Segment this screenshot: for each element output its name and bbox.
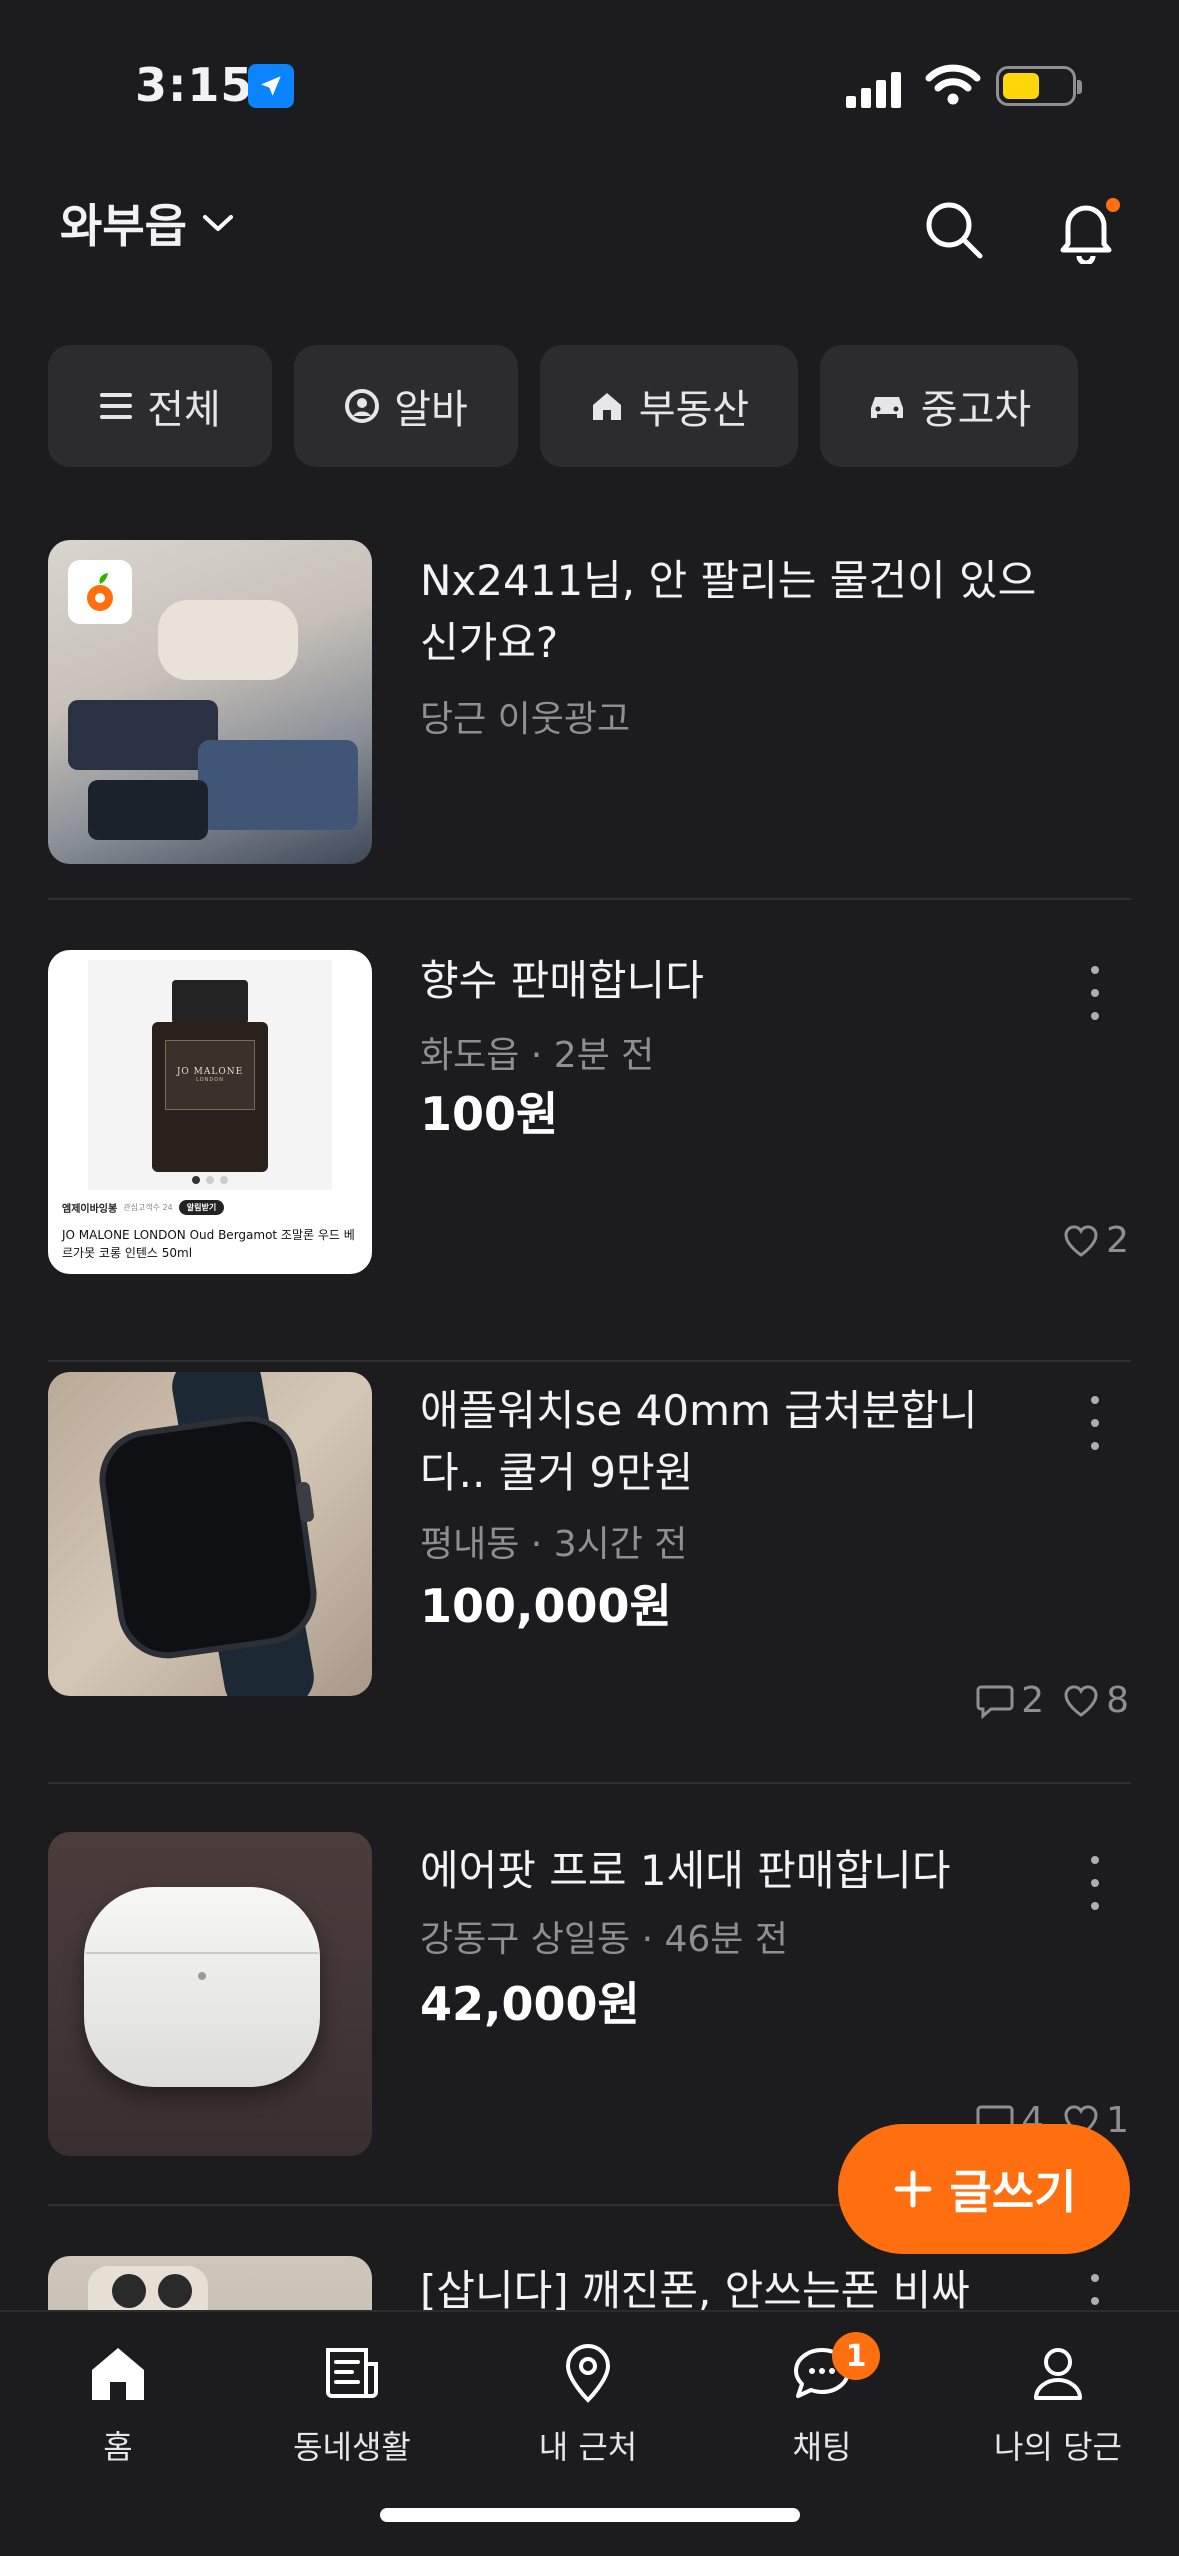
like-count: 1 [1106,2100,1129,2141]
tab-community[interactable]: 동네생활 [252,2342,452,2468]
like-count: 8 [1106,1680,1129,1721]
tab-label: 내 근처 [538,2428,638,2466]
listing-feed[interactable]: Nx2411님, 안 팔리는 물건이 있으신가요? 당근 이웃광고 JO MAL… [0,500,1179,2310]
more-options-button[interactable] [1080,2266,1110,2310]
tab-nearby[interactable]: 내 근처 [488,2342,688,2468]
list-item-ad[interactable]: Nx2411님, 안 팔리는 물건이 있으신가요? 당근 이웃광고 [0,520,1179,880]
engagement-counts: 2 [1062,1220,1129,1261]
chevron-down-icon [202,215,233,231]
chip-job[interactable]: 알바 [294,345,518,467]
chip-label: 알바 [394,387,468,433]
cellular-signal-icon [846,66,902,108]
chip-label: 부동산 [638,387,750,433]
engagement-counts: 2 8 [975,1680,1129,1721]
chip-realestate[interactable]: 부동산 [540,345,798,467]
tab-label: 동네생활 [293,2428,411,2466]
follow-tag: 알림받기 [178,1200,225,1215]
location-selector[interactable]: 와부읍 [60,190,235,256]
newspaper-icon [326,2348,378,2398]
tab-chat[interactable]: 1 채팅 [722,2332,922,2468]
listing-title: Nx2411님, 안 팔리는 물건이 있으신가요? [420,556,1037,667]
listing-thumbnail: JO MALONE LONDON 엠제이바잉봉 관심고객수 24 알림받기 JO… [48,950,372,1274]
listing-meta: 화도읍 · 2분 전 [420,1035,655,1076]
search-icon [926,202,983,259]
more-options-button[interactable] [1080,958,1110,1028]
tab-label: 홈 [103,2428,133,2466]
listing-price: 100원 [420,1087,559,1141]
more-options-button[interactable] [1080,1848,1110,1918]
listing-thumbnail [48,2256,372,2310]
listing-thumbnail [48,540,372,864]
chat-unread-badge: 1 [832,2332,880,2380]
search-button[interactable] [914,190,994,270]
house-icon [592,393,621,420]
chip-label: 전체 [147,387,221,433]
chip-all[interactable]: 전체 [48,345,272,467]
location-pin-icon [565,2344,611,2403]
chip-label: 중고차 [920,387,1032,433]
listing-title: [삽니다] 깨진폰, 안쓰는폰 비싸 [420,2266,970,2310]
heart-icon [1064,1224,1098,1257]
home-indicator[interactable] [380,2508,800,2522]
carrot-logo-icon [68,560,132,624]
tab-label: 나의 당근 [994,2428,1122,2466]
listing-title: 향수 판매합니다 [420,956,704,1005]
seller-name: 엠제이바잉봉 [62,1204,118,1215]
listing-title: 에어팟 프로 1세대 판매합니다 [420,1846,951,1895]
perfume-brand-sub: LONDON [196,1077,224,1083]
write-post-label: 글쓰기 [949,2165,1077,2219]
car-icon [870,397,903,418]
like-count: 2 [1106,1220,1129,1261]
listing-price: 100,000원 [420,1579,672,1633]
chat-bubble-icon [976,1685,1014,1719]
status-time: 3:15 [135,58,254,112]
list-item[interactable]: 애플워치se 40mm 급처분합니다.. 쿨거 9만원 평내동 · 3시간 전 … [0,1360,1179,1800]
plus-icon [894,2170,932,2208]
more-options-button[interactable] [1080,1388,1110,1458]
tab-label: 채팅 [792,2428,852,2466]
listing-thumbnail [48,1372,372,1696]
ad-label: 당근 이웃광고 [420,699,631,740]
profile-icon [1034,2348,1082,2400]
seller-followers: 관심고객수 24 [123,1203,173,1212]
location-label: 와부읍 [60,199,187,253]
listing-meta: 평내동 · 3시간 전 [420,1524,688,1565]
divider [48,1782,1131,1784]
listing-thumbnail [48,1832,372,2156]
category-chips: 전체 알바 부동산 중고차 [48,345,1078,467]
tab-my-profile[interactable]: 나의 당근 [958,2342,1158,2468]
location-arrow-icon [248,64,294,108]
notification-button[interactable] [1046,190,1126,270]
status-bar: 3:15 [0,0,1179,150]
listing-title: 애플워치se 40mm 급처분합니다.. 쿨거 9만원 [420,1386,978,1497]
listing-price: 42,000원 [420,1977,640,2031]
perfume-brand: JO MALONE [176,1067,244,1077]
app-header: 와부읍 [0,160,1179,300]
menu-icon [100,393,133,419]
person-badge-icon [345,389,380,423]
wifi-icon [925,62,981,110]
list-item[interactable]: JO MALONE LONDON 엠제이바잉봉 관심고객수 24 알림받기 JO… [0,920,1179,1340]
notification-dot [1106,198,1120,212]
product-caption: JO MALONE LONDON Oud Bergamot 조말론 우드 베르가… [62,1228,355,1260]
write-post-button[interactable]: 글쓰기 [838,2124,1130,2254]
chat-count: 2 [1021,1680,1045,1721]
listing-meta: 강동구 상일동 · 46분 전 [420,1919,788,1960]
battery-icon [996,66,1082,106]
tab-home[interactable]: 홈 [18,2342,218,2468]
chip-usedcar[interactable]: 중고차 [820,345,1078,467]
heart-icon [1064,1684,1098,1717]
divider [48,898,1131,900]
home-icon [92,2348,144,2400]
